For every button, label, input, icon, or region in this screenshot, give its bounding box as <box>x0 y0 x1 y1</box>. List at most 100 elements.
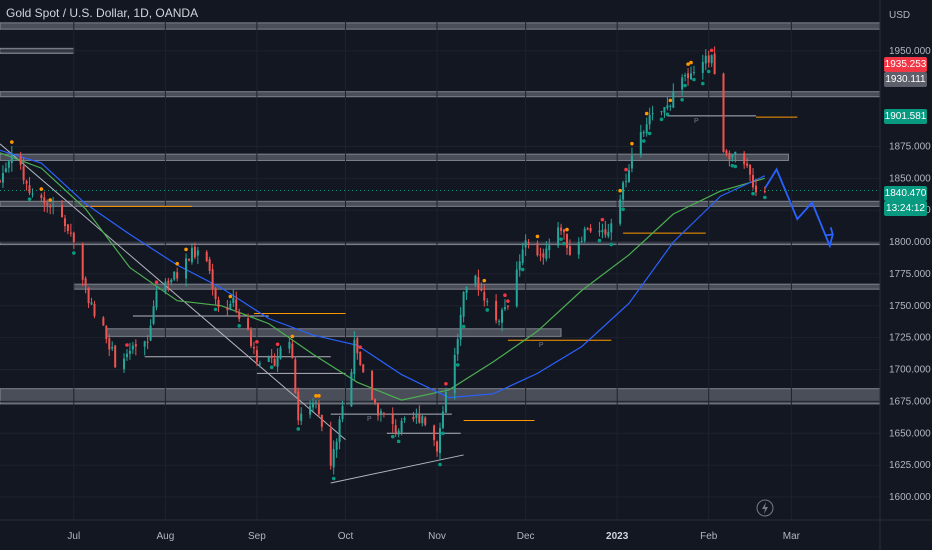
y-tick-label: 1725.000 <box>889 333 931 344</box>
candle-body <box>52 205 55 207</box>
x-tick-label: Dec <box>517 531 535 542</box>
pivot-label: P <box>539 342 544 349</box>
flash-icon <box>756 499 774 517</box>
candle-body <box>651 113 654 115</box>
candle-body <box>320 414 323 427</box>
signal-marker-bottom <box>520 267 525 272</box>
candle-body <box>589 228 592 232</box>
signal-marker-bottom <box>296 427 301 431</box>
candle-body <box>238 311 241 319</box>
signal-marker-top <box>175 261 179 266</box>
candle-body <box>648 115 651 125</box>
signal-marker-bottom <box>680 97 684 102</box>
candle-body <box>542 253 545 258</box>
candle-body <box>149 325 152 341</box>
price-tag: 1901.581 <box>884 109 927 124</box>
candle-body <box>486 300 489 303</box>
candle-body <box>536 243 539 256</box>
sr-zone <box>0 200 881 207</box>
candle-body <box>580 241 583 243</box>
candle-body <box>247 318 250 330</box>
candle-body <box>610 223 613 233</box>
candle-body <box>713 53 716 74</box>
signal-marker-top <box>689 60 693 65</box>
candle-body <box>557 227 560 246</box>
candle-body <box>527 242 530 244</box>
candle-body <box>763 191 766 193</box>
y-tick-label: 1700.000 <box>889 365 931 376</box>
signal-marker-bottom <box>706 69 711 74</box>
signal-marker-top <box>317 393 321 398</box>
candle-body <box>707 55 710 63</box>
candle-body <box>503 307 506 310</box>
candle-body <box>252 346 255 349</box>
signal-marker-top <box>709 48 714 53</box>
candle-body <box>329 428 332 466</box>
price-tag: 1840.470 <box>884 186 927 201</box>
candle-body <box>173 271 176 280</box>
candle-body <box>90 302 93 305</box>
candle-body <box>229 303 232 310</box>
candle-body <box>312 402 315 408</box>
pivot-label: P <box>694 118 699 125</box>
candle-body <box>297 391 300 421</box>
y-tick-label: 1625.000 <box>889 460 931 471</box>
candle-body <box>456 339 459 355</box>
candle-body <box>176 272 179 279</box>
candle-body <box>362 364 365 373</box>
candle-body <box>214 288 217 300</box>
candle-body <box>232 297 235 303</box>
signal-marker-top <box>184 247 188 252</box>
candle-body <box>131 345 134 350</box>
candle-body <box>394 425 397 435</box>
flash-icon-bolt <box>762 502 768 514</box>
candle-body <box>108 338 111 350</box>
signal-marker-bottom <box>331 476 336 481</box>
candle-body <box>415 415 418 418</box>
y-tick-label: 1775.000 <box>889 269 931 280</box>
candle-body <box>515 269 518 307</box>
candle-body <box>480 288 483 291</box>
y-tick-label: 1800.000 <box>889 237 931 248</box>
candle-body <box>123 358 126 370</box>
sr-zone <box>0 153 789 161</box>
signal-marker-bottom <box>692 77 696 82</box>
signal-marker-top <box>668 98 673 103</box>
signal-marker-bottom <box>609 242 614 247</box>
candle-body <box>105 326 108 340</box>
candle-body <box>548 245 551 251</box>
candle-body <box>625 181 628 183</box>
candle-body <box>258 363 261 365</box>
candle-body <box>341 406 344 420</box>
candle-body <box>374 399 377 403</box>
x-tick-label: Mar <box>783 531 801 542</box>
signal-marker-top <box>275 342 280 347</box>
candle-body <box>31 193 34 195</box>
candle-body <box>49 206 52 208</box>
signal-marker-top <box>39 187 44 191</box>
signal-marker-bottom <box>72 251 76 255</box>
price-chart[interactable]: P P P USD 1600.000 1625.000 1650.000 1675.000 1… <box>0 0 932 550</box>
candle-body <box>630 155 633 169</box>
candle-body <box>477 277 480 289</box>
signal-marker-top <box>125 343 129 347</box>
candle-body <box>353 339 356 375</box>
candle-body <box>43 197 46 204</box>
candle-body <box>749 164 752 175</box>
candle-body <box>276 356 279 367</box>
candle-body <box>291 343 294 358</box>
signal-marker-bottom <box>485 308 490 312</box>
candle-body <box>376 402 379 416</box>
candle-body <box>397 430 400 435</box>
candle-body <box>545 248 548 259</box>
signal-marker-bottom <box>701 81 705 86</box>
candle-body <box>379 411 382 414</box>
signal-marker-top <box>482 278 487 283</box>
candle-body <box>314 401 317 403</box>
candle-body <box>155 290 158 308</box>
chart-container[interactable]: P P P USD 1600.000 1625.000 1650.000 1675.000 1… <box>0 0 932 550</box>
signal-marker-top <box>154 280 159 284</box>
y-axis-unit: USD <box>889 10 910 21</box>
candle-body <box>583 228 586 241</box>
x-tick-label: Feb <box>700 531 718 542</box>
